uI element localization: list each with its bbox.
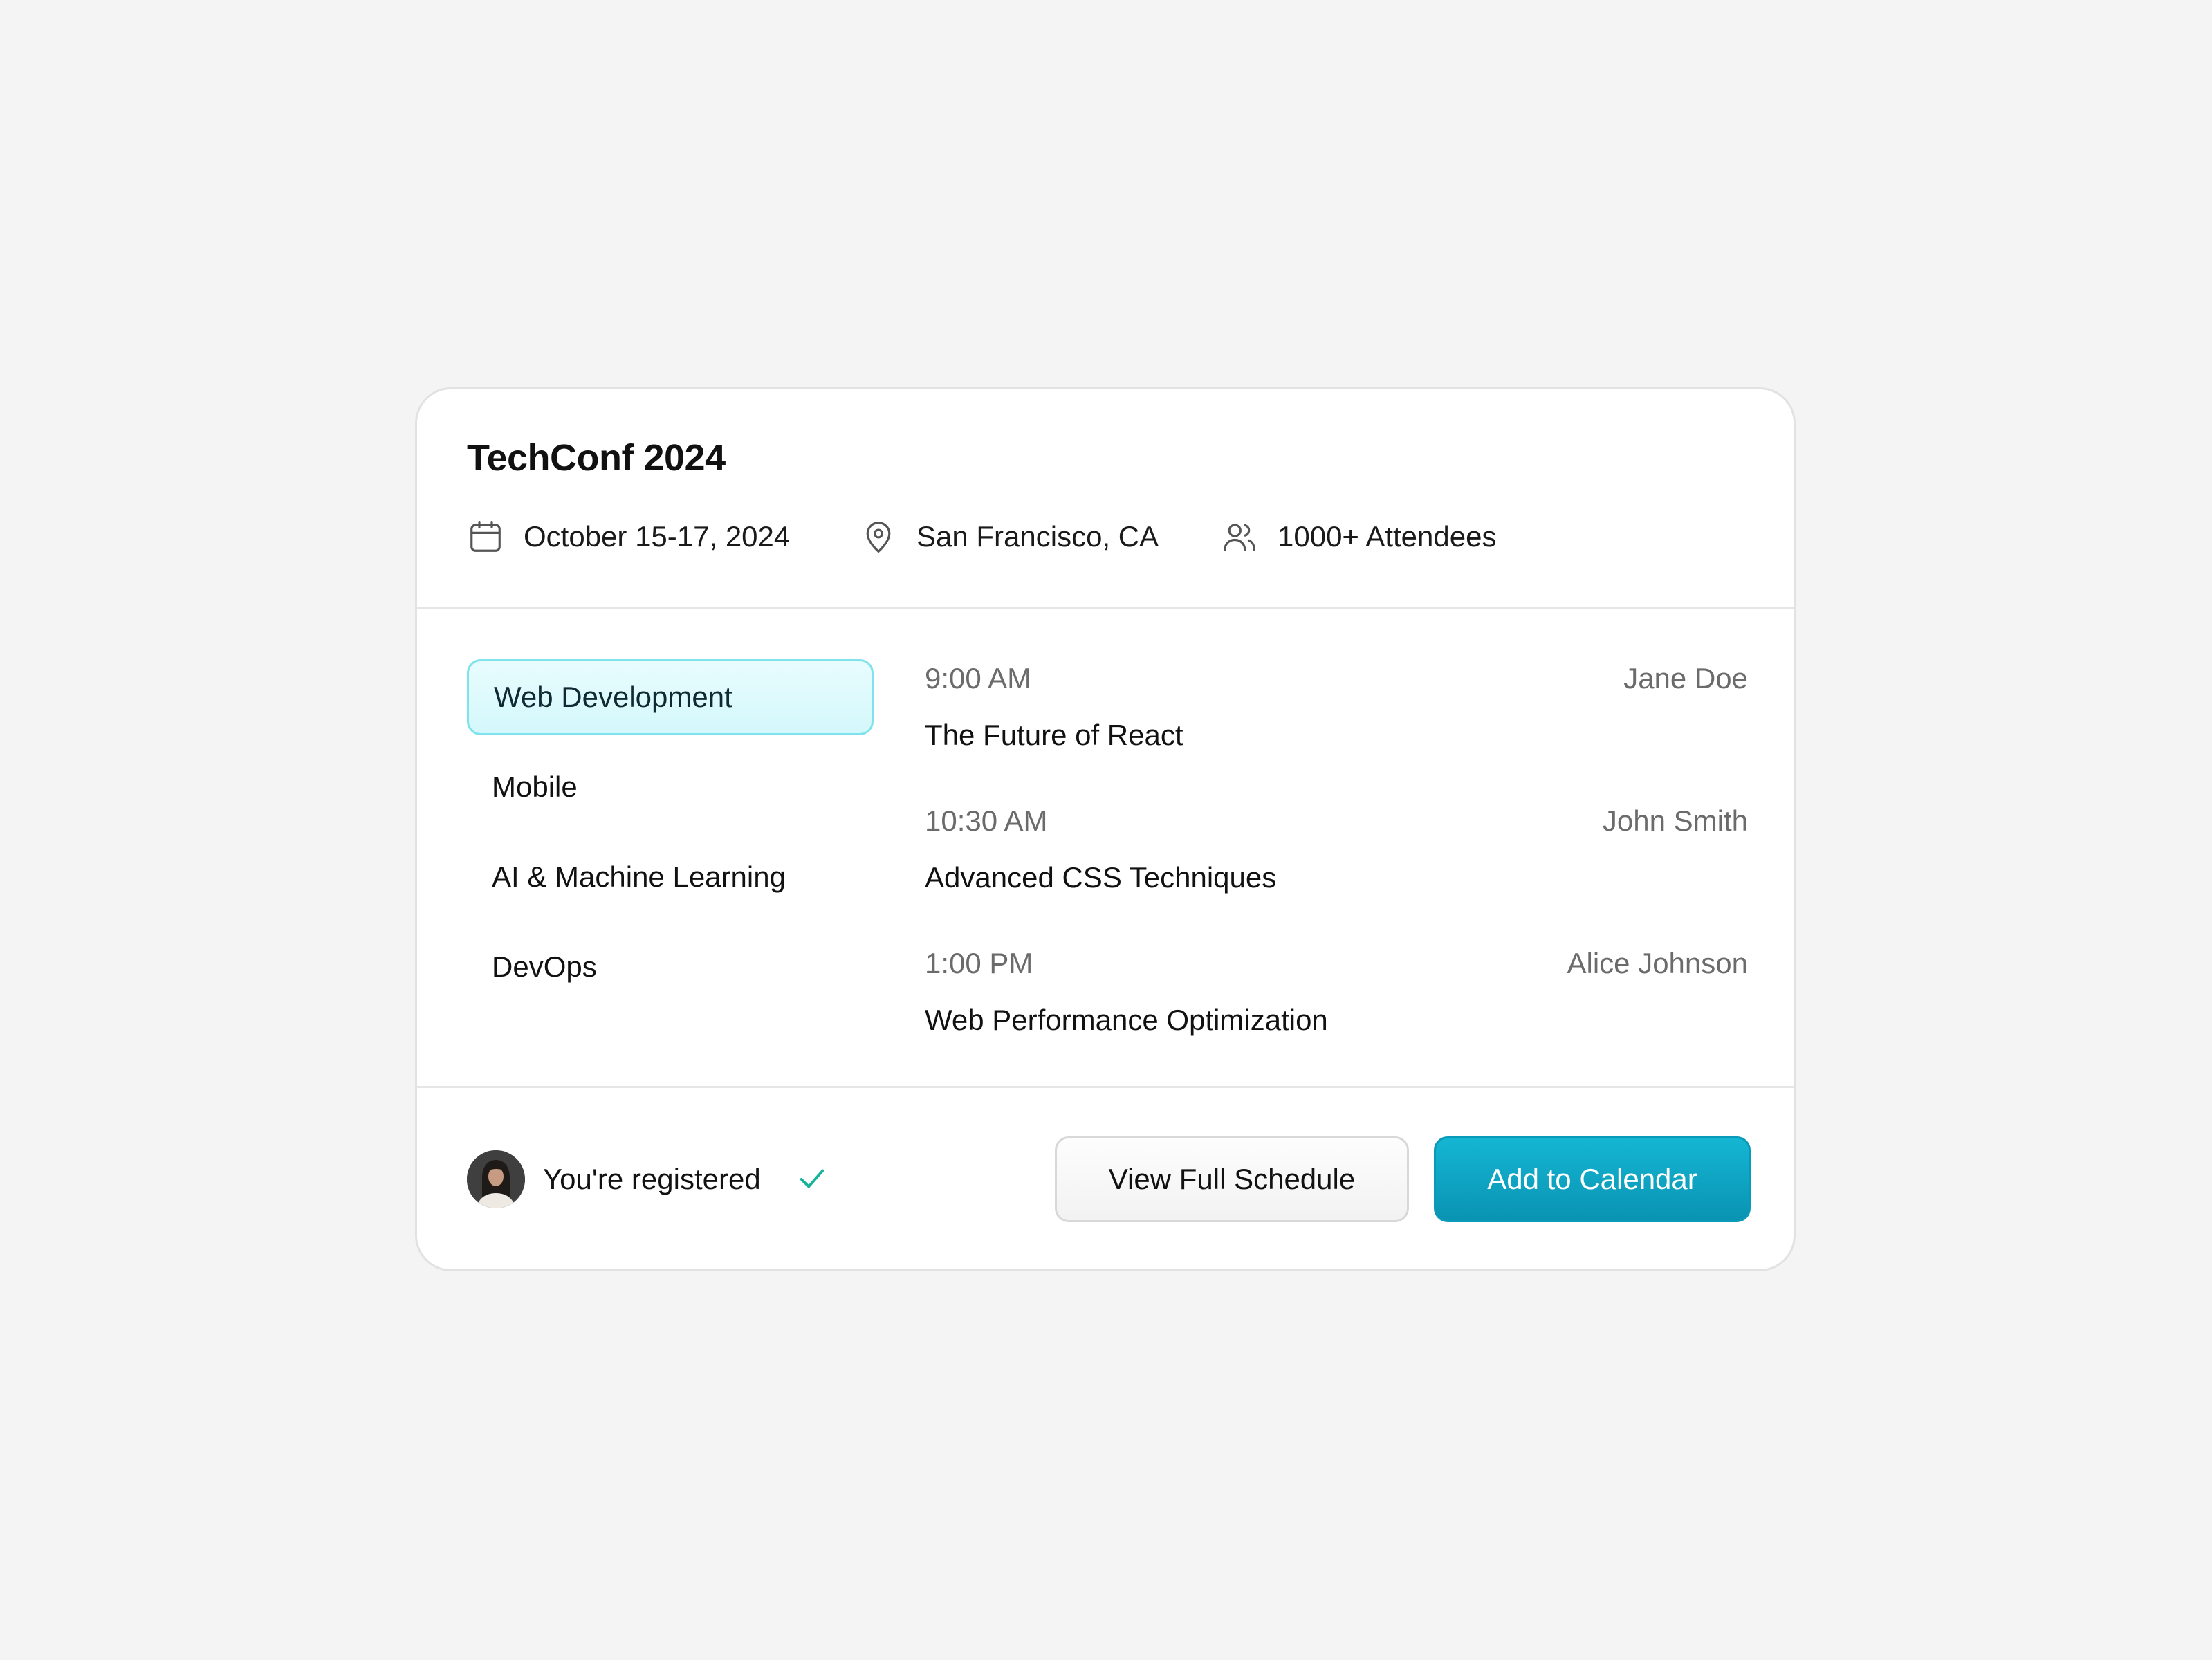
check-icon [796,1163,828,1198]
session-speaker: John Smith [1602,804,1748,837]
map-pin-icon [860,518,897,555]
session-time: 1:00 PM [925,947,1033,979]
event-location: San Francisco, CA [860,518,1159,555]
event-title: TechConf 2024 [467,437,726,479]
users-icon [1221,518,1258,555]
track-tab-mobile[interactable]: Mobile [467,749,874,825]
event-attendees-text: 1000+ Attendees [1278,520,1497,553]
registration-status: You're registered [543,1163,761,1195]
session-time: 10:30 AM [925,804,1048,837]
track-tab-devops[interactable]: DevOps [467,929,874,1005]
event-date-text: October 15-17, 2024 [524,520,791,553]
session-title: Web Performance Optimization [925,1004,1328,1036]
avatar [467,1150,525,1208]
track-tab-web-development[interactable]: Web Development [467,659,874,735]
view-full-schedule-button[interactable]: View Full Schedule [1055,1136,1409,1222]
add-to-calendar-button[interactable]: Add to Calendar [1434,1136,1751,1222]
card-footer: You're registered View Full Schedule Add… [417,1088,1794,1269]
event-attendees: 1000+ Attendees [1221,518,1496,555]
event-header: TechConf 2024 October 15-17, 2024 San Fr… [417,389,1794,609]
event-location-text: San Francisco, CA [916,520,1159,553]
session-time: 9:00 AM [925,662,1032,694]
session-speaker: Alice Johnson [1567,947,1749,979]
calendar-icon [467,518,504,555]
session-title: The Future of React [925,719,1183,751]
event-card: TechConf 2024 October 15-17, 2024 San Fr… [415,387,1796,1271]
session-title: Advanced CSS Techniques [925,861,1277,894]
session-speaker: Jane Doe [1623,662,1748,694]
event-date: October 15-17, 2024 [467,518,790,555]
schedule-section: Web Development Mobile AI & Machine Lear… [417,609,1794,1088]
track-tab-ai-machine-learning[interactable]: AI & Machine Learning [467,839,874,915]
